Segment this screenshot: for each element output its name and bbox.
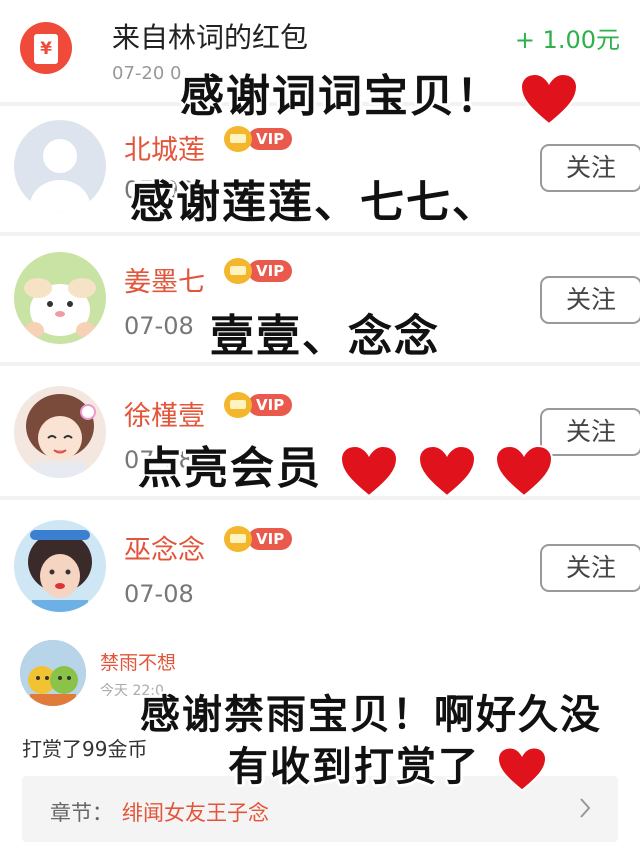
- caption-line-2: 感谢莲莲、七七、: [130, 177, 498, 228]
- heart-icon: [494, 444, 553, 498]
- vip-badge: VIP: [224, 392, 293, 418]
- heart-icon: [417, 444, 476, 498]
- user-date: 07-08: [124, 580, 194, 608]
- crown-icon: [224, 258, 252, 284]
- user-name[interactable]: 徐槿壹: [124, 394, 205, 433]
- crown-icon: [224, 126, 252, 152]
- user-name[interactable]: 巫念念: [124, 528, 205, 567]
- user-row[interactable]: 巫念念 VIP 07-08 关注: [0, 500, 640, 626]
- red-packet-title: 来自林词的红包: [112, 21, 309, 54]
- chapter-label: 章节：: [50, 801, 113, 825]
- chevron-right-icon: [578, 796, 592, 826]
- follow-button[interactable]: 关注: [540, 144, 640, 192]
- caption-line-5: 感谢禁雨宝贝！啊好久没: [140, 692, 602, 738]
- photo-avatar[interactable]: [14, 520, 106, 612]
- follow-button[interactable]: 关注: [540, 408, 640, 456]
- anime-girl-avatar[interactable]: [14, 386, 106, 478]
- caption-line-6: 有收到打赏了: [228, 734, 548, 792]
- caption-line-4: 点亮会员: [138, 432, 554, 498]
- heart-icon: [497, 746, 547, 792]
- heart-icon: [340, 444, 399, 498]
- caption-text: 有收到打赏了: [228, 744, 480, 790]
- comment-text: 打赏了99金币: [22, 737, 148, 761]
- caption-line-1: 感谢词词宝贝！: [180, 60, 579, 126]
- caption-text: 感谢词词宝贝！: [180, 71, 502, 122]
- red-packet-date: 07-20 0: [112, 63, 182, 84]
- cartoon-avatar[interactable]: [14, 252, 106, 344]
- follow-button[interactable]: 关注: [540, 276, 640, 324]
- commenter-name[interactable]: 禁雨不想: [100, 648, 176, 675]
- heart-icon: [520, 72, 579, 126]
- vip-badge: VIP: [224, 526, 293, 552]
- caption-text: 点亮会员: [138, 443, 322, 494]
- caption-line-3: 壹壹、念念: [210, 311, 440, 362]
- user-date: 07-08: [124, 312, 194, 340]
- user-name[interactable]: 姜墨七: [124, 260, 205, 299]
- vip-badge: VIP: [224, 258, 293, 284]
- red-packet-amount: + 1.00元: [514, 26, 620, 54]
- commenter-avatar[interactable]: [20, 640, 86, 706]
- vip-badge: VIP: [224, 126, 293, 152]
- chapter-title: 绯闻女友王子念: [122, 801, 269, 825]
- crown-icon: [224, 526, 252, 552]
- user-name[interactable]: 北城莲: [124, 128, 205, 167]
- follow-button[interactable]: 关注: [540, 544, 640, 592]
- crown-icon: [224, 392, 252, 418]
- red-envelope-icon: ¥: [20, 22, 72, 74]
- default-avatar[interactable]: [14, 120, 106, 212]
